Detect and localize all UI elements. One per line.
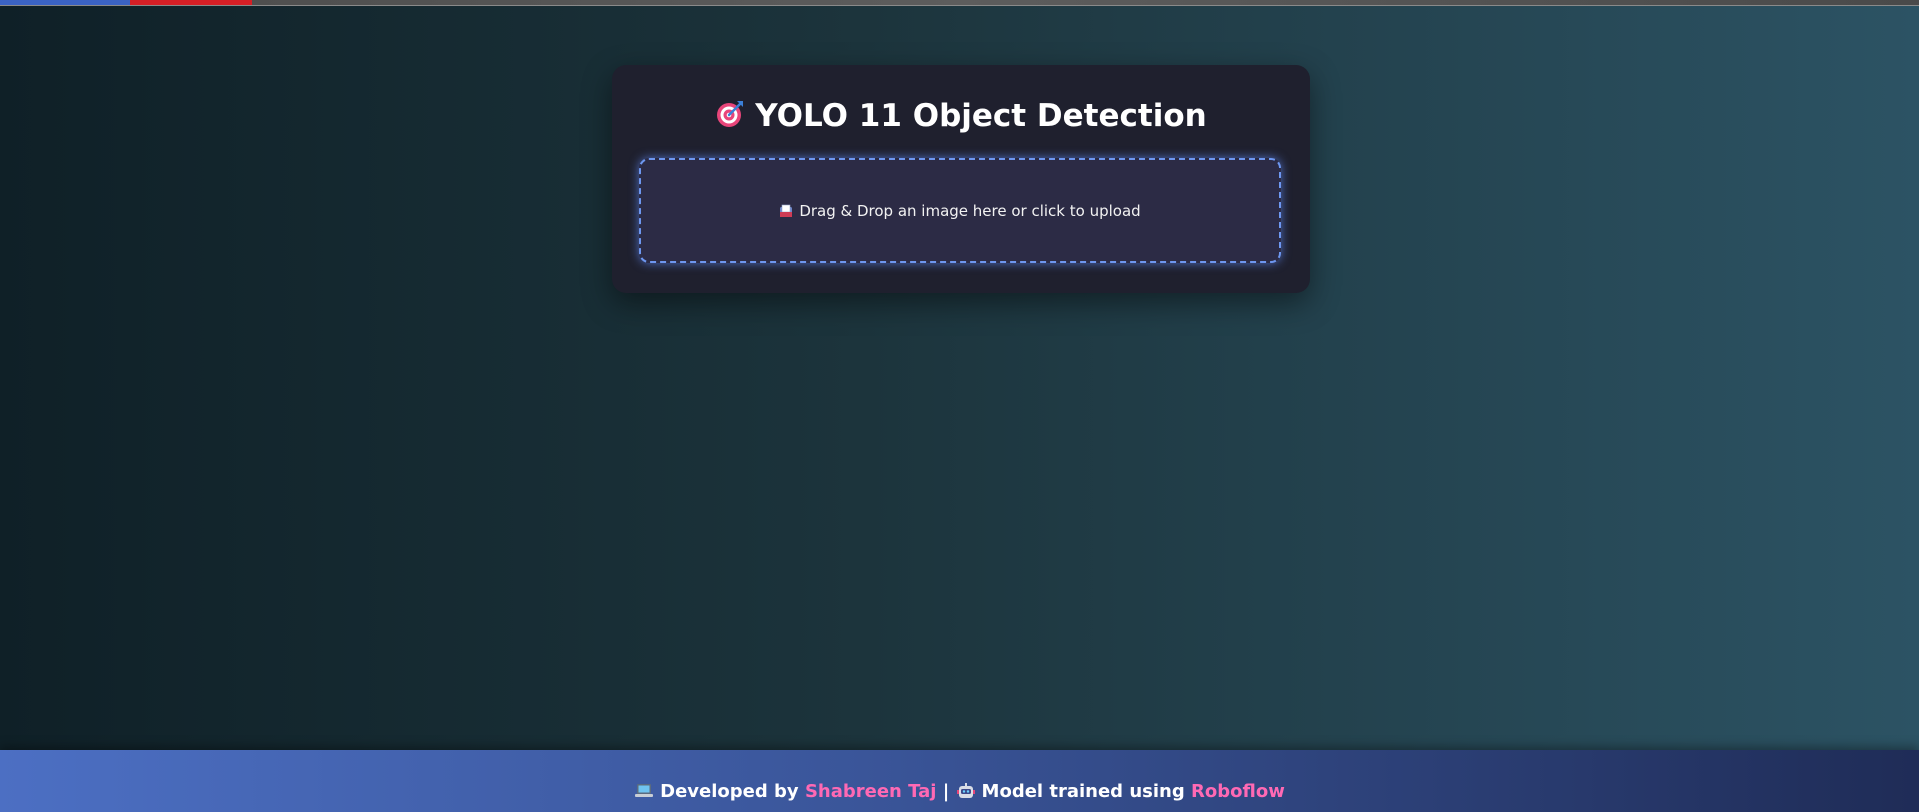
detection-card: YOLO 11 Object Detection Drag & Drop an … — [612, 65, 1310, 293]
dropzone-label-row: Drag & Drop an image here or click to up… — [641, 202, 1279, 222]
top-strip-blue-segment — [0, 0, 130, 5]
developed-by-label: Developed by — [660, 781, 799, 802]
footer-separator: | — [942, 781, 950, 802]
dropzone-label: Drag & Drop an image here or click to up… — [799, 202, 1141, 220]
browser-top-strip — [0, 0, 1919, 6]
image-upload-dropzone[interactable]: Drag & Drop an image here or click to up… — [639, 158, 1281, 263]
laptop-icon — [634, 782, 654, 805]
inbox-icon — [779, 204, 793, 222]
top-strip-red-segment — [130, 0, 252, 5]
roboflow-link[interactable]: Roboflow — [1191, 781, 1285, 802]
footer-credits: Developed by Shabreen Taj | Model traine… — [0, 781, 1919, 805]
target-icon — [715, 99, 745, 129]
model-trained-label: Model trained using — [981, 781, 1185, 802]
page-footer: Developed by Shabreen Taj | Model traine… — [0, 750, 1919, 812]
page-title: YOLO 11 Object Detection — [755, 98, 1207, 134]
author-link[interactable]: Shabreen Taj — [805, 781, 936, 802]
robot-icon — [956, 782, 976, 805]
page-title-row: YOLO 11 Object Detection — [612, 98, 1310, 134]
